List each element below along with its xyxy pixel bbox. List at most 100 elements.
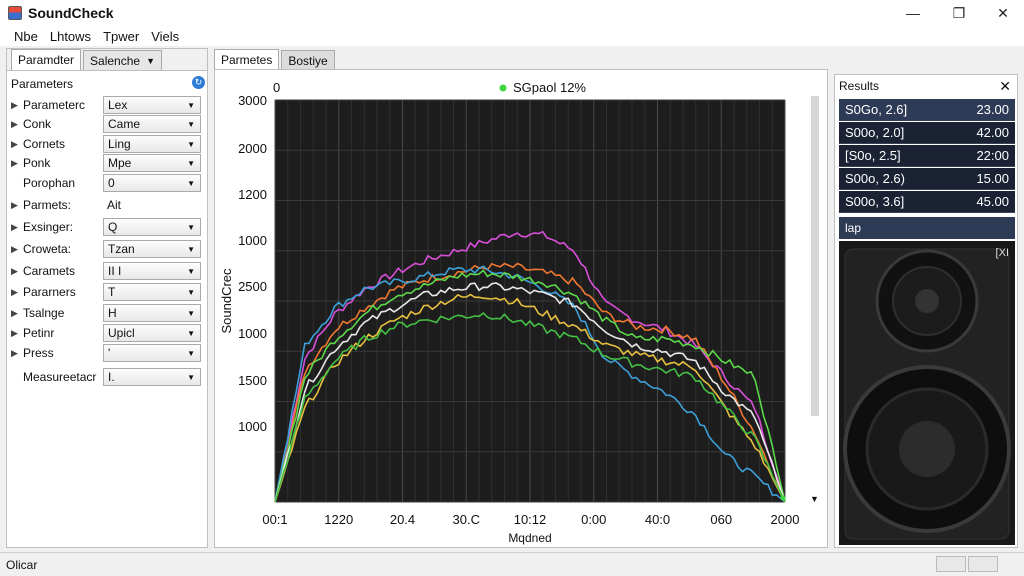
- results-close-icon[interactable]: ✕: [999, 78, 1011, 95]
- result-row[interactable]: S0Go, 2.6] 23.00: [839, 99, 1015, 121]
- close-button[interactable]: ✕: [980, 0, 1024, 26]
- parameter-dropdown[interactable]: T ▼: [103, 283, 201, 301]
- chevron-down-icon: ▼: [187, 100, 195, 110]
- menu-item-view[interactable]: Viels: [145, 29, 185, 44]
- center-tab-strip: Parmetes Bostiye: [214, 48, 828, 70]
- menu-item-file[interactable]: Nbe: [8, 29, 44, 44]
- chevron-down-icon: ▼: [187, 348, 195, 358]
- left-tab-strip: Paramdter Salenche ▼: [7, 49, 207, 71]
- result-label: S00o, 2.6): [845, 171, 905, 186]
- status-indicator-1: [936, 556, 966, 572]
- parameter-dropdown[interactable]: H ▼: [103, 304, 201, 322]
- expand-arrow-icon[interactable]: ▶: [11, 328, 23, 339]
- menu-item-tools[interactable]: Tpwer: [97, 29, 145, 44]
- chevron-down-icon: ▼: [187, 308, 195, 318]
- x-tick-label: 10:12: [514, 512, 547, 527]
- speaker-icon: [839, 241, 1015, 545]
- x-axis-label: Mqdned: [508, 531, 551, 545]
- y-tick-label: 1500: [238, 373, 267, 388]
- expand-arrow-icon[interactable]: ▶: [11, 158, 23, 169]
- parameter-dropdown[interactable]: Came ▼: [103, 115, 201, 133]
- result-value: 45.00: [976, 194, 1009, 209]
- parameter-dropdown[interactable]: Lex ▼: [103, 96, 201, 114]
- parameter-row: Porophan 0 ▼: [11, 173, 205, 193]
- x-tick-label: 20.4: [390, 512, 415, 527]
- parameter-dropdown[interactable]: ' ▼: [103, 344, 201, 362]
- x-tick-label: 40:0: [645, 512, 670, 527]
- legend-dot: [499, 84, 507, 92]
- tab-parameters[interactable]: Paramdter: [11, 49, 82, 70]
- parameter-value: Ait: [107, 198, 122, 212]
- expand-arrow-icon[interactable]: ▶: [11, 308, 23, 319]
- expand-arrow-icon[interactable]: ▶: [11, 266, 23, 277]
- speaker-tag: [XI: [995, 247, 1009, 259]
- tab-selector[interactable]: Salenche ▼: [83, 50, 162, 70]
- expand-arrow-icon[interactable]: ▶: [11, 200, 23, 211]
- maximize-button[interactable]: ❐: [936, 0, 982, 26]
- parameters-panel: Paramdter Salenche ▼ Parameters ↻ ▶ Parame…: [6, 48, 208, 548]
- expand-arrow-icon[interactable]: ▶: [11, 222, 23, 233]
- expand-arrow-icon[interactable]: ▶: [11, 100, 23, 111]
- tab-parmetes[interactable]: Parmetes: [214, 49, 280, 70]
- tab-bostiye[interactable]: Bostiye: [281, 50, 335, 70]
- refresh-icon[interactable]: ↻: [192, 76, 205, 89]
- result-label: S0Go, 2.6]: [845, 102, 908, 117]
- parameter-label: Croweta:: [23, 242, 72, 256]
- menu-item-windows[interactable]: Lhtows: [44, 29, 97, 44]
- chevron-down-icon: ▼: [187, 119, 195, 129]
- parameter-row: ▶ Tsalnge H ▼: [11, 303, 205, 323]
- parameter-label: Caramets: [23, 264, 76, 278]
- result-value: 15.00: [976, 171, 1009, 186]
- x-tick-label: 30.C: [453, 512, 480, 527]
- chevron-down-icon: ▼: [146, 55, 155, 66]
- result-row[interactable]: S00o, 2.6) 15.00: [839, 168, 1015, 190]
- scrollbar-thumb[interactable]: [811, 96, 819, 416]
- result-row[interactable]: [S0o, 2.5] 22:00: [839, 145, 1015, 167]
- status-indicator-2: [968, 556, 998, 572]
- parameter-dropdown[interactable]: Tzan ▼: [103, 240, 201, 258]
- parameter-dropdown[interactable]: I. ▼: [103, 368, 201, 386]
- parameter-dropdown[interactable]: 0 ▼: [103, 174, 201, 192]
- parameter-label: Exsinger:: [23, 220, 74, 234]
- parameter-dropdown[interactable]: Ling ▼: [103, 135, 201, 153]
- parameter-row: ▶ Petinr Upicl ▼: [11, 323, 205, 343]
- minimize-button[interactable]: —: [890, 0, 936, 26]
- x-tick-label: 2000: [771, 512, 800, 527]
- parameter-label: Parmets:: [23, 198, 72, 212]
- parameter-dropdown[interactable]: Mpe ▼: [103, 154, 201, 172]
- parameter-row: ▶ Parmets: Ait: [11, 195, 205, 215]
- parameter-dropdown[interactable]: Upicl ▼: [103, 324, 201, 342]
- result-extra-row[interactable]: lap: [839, 217, 1015, 239]
- result-value: 23.00: [976, 102, 1009, 117]
- parameter-row: ▶ Parameterc Lex ▼: [11, 95, 205, 115]
- expand-arrow-icon[interactable]: ▶: [11, 119, 23, 130]
- expand-arrow-icon[interactable]: ▶: [11, 139, 23, 150]
- results-panel: Results ✕ S0Go, 2.6] 23.00 S00o, 2.0] 42.00…: [834, 74, 1018, 548]
- parameter-dropdown[interactable]: II I ▼: [103, 262, 201, 280]
- parameter-dropdown[interactable]: Q ▼: [103, 218, 201, 236]
- window-title: SoundCheck: [28, 5, 114, 21]
- result-row[interactable]: S00o, 2.0] 42.00: [839, 122, 1015, 144]
- chevron-down-icon: ▼: [187, 372, 195, 382]
- expand-arrow-icon[interactable]: ▶: [11, 244, 23, 255]
- chevron-down-icon: ▼: [187, 158, 195, 168]
- result-row[interactable]: S00o, 3.6] 45.00: [839, 191, 1015, 213]
- chevron-down-icon: ▼: [187, 178, 195, 188]
- parameter-label: Conk: [23, 117, 52, 131]
- result-value: 22:00: [976, 148, 1009, 163]
- parameter-row: ▶ Pararners T ▼: [11, 282, 205, 302]
- parameter-row: ▶ Exsinger: Q ▼: [11, 217, 205, 237]
- x-tick-label: 1220: [324, 512, 353, 527]
- status-bar: Olicar: [0, 552, 1024, 576]
- expand-arrow-icon[interactable]: ▶: [11, 348, 23, 359]
- parameter-label: Pararners: [23, 285, 76, 299]
- title-bar: SoundCheck — ❐ ✕: [0, 0, 1024, 26]
- scroll-down-arrow-icon[interactable]: ▼: [810, 494, 819, 504]
- y-axis-label: SoundCrec: [219, 268, 234, 334]
- parameter-row: ▶ Caramets II I ▼: [11, 261, 205, 281]
- chart-scrollbar[interactable]: ▼: [808, 90, 822, 504]
- y-tick-label: 1000: [238, 419, 267, 434]
- expand-arrow-icon[interactable]: ▶: [11, 287, 23, 298]
- result-label: [S0o, 2.5]: [845, 148, 901, 163]
- parameter-row: ▶ Press ' ▼: [11, 343, 205, 363]
